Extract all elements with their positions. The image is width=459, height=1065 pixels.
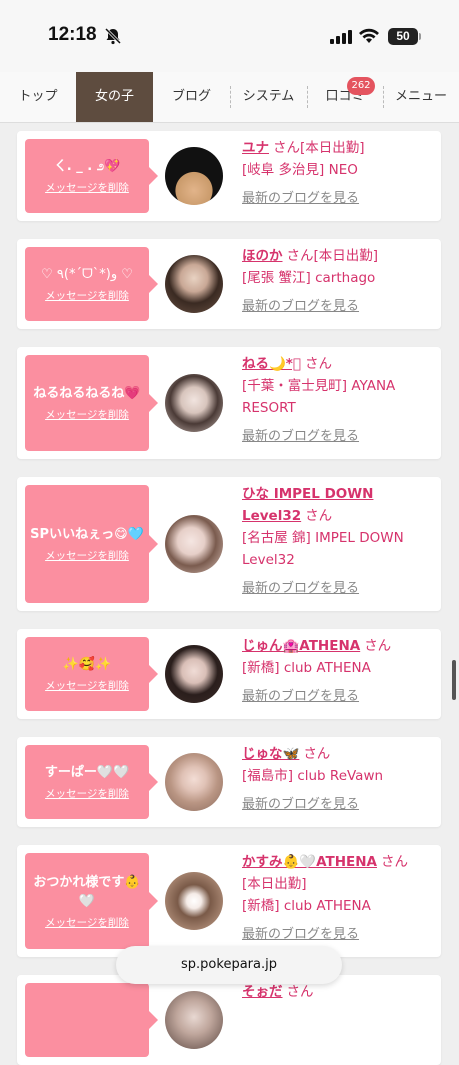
profile-info: ほのか さん[本日出勤] [尾張 蟹江] carthago 最新のブログを見る bbox=[242, 245, 435, 318]
tab-label: システム bbox=[242, 89, 295, 104]
avatar[interactable] bbox=[165, 645, 223, 703]
latest-blog-link[interactable]: 最新のブログを見る bbox=[242, 581, 359, 596]
status-bar: 12:18 50 bbox=[0, 0, 459, 72]
latest-blog-link[interactable]: 最新のブログを見る bbox=[242, 927, 359, 942]
message-text: すーぱー🤍🤍 bbox=[44, 765, 130, 780]
shop-location: [尾張 蟹江] carthago bbox=[242, 270, 376, 286]
tab-label: トップ bbox=[18, 89, 58, 104]
reviews-count-badge: 262 bbox=[347, 77, 375, 95]
message-bubble: ♡ ٩(*ˊᗜˋ*)و ♡ メッセージを削除 bbox=[25, 247, 158, 321]
list-item: SPいいねぇっ😋🩵 メッセージを削除 ひな IMPEL DOWN Level32… bbox=[17, 477, 441, 611]
profile-info: かすみ👶🤍ATHENA さん [本日出勤] [新橋] club ATHENA 最新… bbox=[242, 851, 435, 946]
list-item: おつかれ様です👶🤍 メッセージを削除 かすみ👶🤍ATHENA さん [本日出勤] … bbox=[17, 845, 441, 957]
message-bubble: ㄑ. _ . ೨💖 メッセージを削除 bbox=[25, 139, 158, 213]
honorific: さん bbox=[273, 140, 300, 156]
delete-message-link[interactable]: メッセージを削除 bbox=[45, 407, 129, 422]
message-text: ✨🥰✨ bbox=[62, 657, 112, 672]
battery-tip bbox=[419, 33, 421, 40]
status-time: 12:18 bbox=[48, 24, 97, 45]
delete-message-link[interactable]: メッセージを削除 bbox=[45, 915, 129, 930]
today-badge: [本日出勤] bbox=[300, 140, 365, 156]
honorific: さん bbox=[305, 508, 333, 524]
profile-info: ユナ さん[本日出勤] [岐阜 多治見] NEO 最新のブログを見る bbox=[242, 137, 435, 210]
delete-message-link[interactable]: メッセージを削除 bbox=[45, 786, 129, 801]
today-badge: [本日出勤] bbox=[313, 248, 379, 264]
girl-name-link[interactable]: ほのか bbox=[242, 248, 283, 264]
latest-blog-link[interactable]: 最新のブログを見る bbox=[242, 429, 359, 444]
latest-blog-link[interactable]: 最新のブログを見る bbox=[242, 689, 359, 704]
shop-location: [千葉・富士見町] AYANA RESORT bbox=[242, 378, 396, 416]
shop-location: [名古屋 錦] IMPEL DOWN Level32 bbox=[242, 530, 404, 568]
shop-location: [岐阜 多治見] NEO bbox=[242, 162, 358, 178]
girl-name-link[interactable]: じゅん🏩ATHENA bbox=[242, 638, 360, 654]
avatar[interactable] bbox=[165, 872, 223, 930]
tab-girls[interactable]: 女の子 bbox=[76, 72, 153, 122]
profile-info: ひな IMPEL DOWN Level32 さん [名古屋 錦] IMPEL DO… bbox=[242, 483, 435, 600]
avatar[interactable] bbox=[165, 515, 223, 573]
list-item: ♡ ٩(*ˊᗜˋ*)و ♡ メッセージを削除 ほのか さん[本日出勤] [尾張 蟹… bbox=[17, 239, 441, 329]
url-bar[interactable]: sp.pokepara.jp bbox=[116, 946, 342, 984]
shop-location: [新橋] club ATHENA bbox=[242, 898, 371, 914]
avatar[interactable] bbox=[165, 753, 223, 811]
message-text: SPいいねぇっ😋🩵 bbox=[30, 527, 144, 542]
tab-system[interactable]: システム bbox=[230, 72, 307, 122]
delete-message-link[interactable]: メッセージを削除 bbox=[45, 678, 129, 693]
girl-name-link[interactable]: かすみ👶🤍ATHENA bbox=[242, 854, 377, 870]
message-bubble: ✨🥰✨ メッセージを削除 bbox=[25, 637, 158, 711]
cellular-signal-icon bbox=[330, 30, 352, 44]
honorific: さん bbox=[286, 984, 314, 1000]
list-item: ねるねるねるね💗 メッセージを削除 ねる🌙*ﾟ さん [千葉・富士見町] AYAN… bbox=[17, 347, 441, 459]
list-item: すーぱー🤍🤍 メッセージを削除 じゅな🦋 さん [福島市] club ReVawn… bbox=[17, 737, 441, 827]
delete-message-link[interactable]: メッセージを削除 bbox=[45, 180, 129, 195]
profile-info: じゅん🏩ATHENA さん [新橋] club ATHENA 最新のブログを見る bbox=[242, 635, 435, 708]
honorific: さん bbox=[303, 746, 331, 762]
nav-tabs: トップ 女の子 ブログ システム 口コミ 262 メニュー bbox=[0, 72, 459, 123]
honorific: さん bbox=[304, 356, 332, 372]
today-badge: [本日出勤] bbox=[242, 876, 307, 892]
avatar[interactable] bbox=[165, 255, 223, 313]
message-bubble: おつかれ様です👶🤍 メッセージを削除 bbox=[25, 853, 158, 949]
tab-label: 女の子 bbox=[94, 89, 134, 104]
girl-name-link[interactable]: ユナ bbox=[242, 140, 269, 156]
avatar[interactable] bbox=[165, 374, 223, 432]
message-text: ねるねるねるね💗 bbox=[33, 386, 141, 401]
delete-message-link[interactable]: メッセージを削除 bbox=[45, 288, 129, 303]
tab-top[interactable]: トップ bbox=[0, 72, 76, 122]
girl-name-link[interactable]: そぉだ bbox=[242, 984, 283, 1000]
message-text: ㄑ. _ . ೨💖 bbox=[53, 159, 121, 174]
message-bubble bbox=[25, 983, 158, 1057]
message-bubble: SPいいねぇっ😋🩵 メッセージを削除 bbox=[25, 485, 158, 603]
list-item: そぉだ さん bbox=[17, 975, 441, 1065]
latest-blog-link[interactable]: 最新のブログを見る bbox=[242, 299, 359, 314]
tab-blog[interactable]: ブログ bbox=[153, 72, 230, 122]
message-text: ♡ ٩(*ˊᗜˋ*)و ♡ bbox=[41, 267, 133, 282]
bell-muted-icon bbox=[104, 27, 122, 45]
girl-name-link[interactable]: じゅな🦋 bbox=[242, 746, 299, 762]
honorific: さん bbox=[364, 638, 392, 654]
latest-blog-link[interactable]: 最新のブログを見る bbox=[242, 797, 359, 812]
wifi-icon bbox=[359, 28, 379, 43]
tab-menu[interactable]: メニュー bbox=[383, 72, 459, 122]
profile-info: じゅな🦋 さん [福島市] club ReVawn 最新のブログを見る bbox=[242, 743, 435, 816]
list-item: ✨🥰✨ メッセージを削除 じゅん🏩ATHENA さん [新橋] club ATHE… bbox=[17, 629, 441, 719]
delete-message-link[interactable]: メッセージを削除 bbox=[45, 548, 129, 563]
girl-name-link[interactable]: ねる🌙*ﾟ bbox=[242, 356, 301, 372]
honorific: さん bbox=[286, 248, 314, 264]
honorific: さん bbox=[381, 854, 408, 870]
list-item: ㄑ. _ . ೨💖 メッセージを削除 ユナ さん[本日出勤] [岐阜 多治見] N… bbox=[17, 131, 441, 221]
latest-blog-link[interactable]: 最新のブログを見る bbox=[242, 191, 359, 206]
message-bubble: すーぱー🤍🤍 メッセージを削除 bbox=[25, 745, 158, 819]
battery-icon: 50 bbox=[388, 28, 418, 45]
tab-label: ブログ bbox=[171, 89, 211, 104]
scroll-indicator[interactable] bbox=[452, 660, 456, 700]
message-text: おつかれ様です👶🤍 bbox=[33, 874, 141, 909]
message-bubble: ねるねるねるね💗 メッセージを削除 bbox=[25, 355, 158, 451]
shop-location: [新橋] club ATHENA bbox=[242, 660, 371, 676]
tab-label: メニュー bbox=[394, 89, 447, 104]
tab-reviews[interactable]: 口コミ 262 bbox=[307, 72, 383, 122]
avatar[interactable] bbox=[165, 147, 223, 205]
profile-info: ねる🌙*ﾟ さん [千葉・富士見町] AYANA RESORT 最新のブログを見る bbox=[242, 353, 435, 448]
shop-location: [福島市] club ReVawn bbox=[242, 768, 384, 784]
